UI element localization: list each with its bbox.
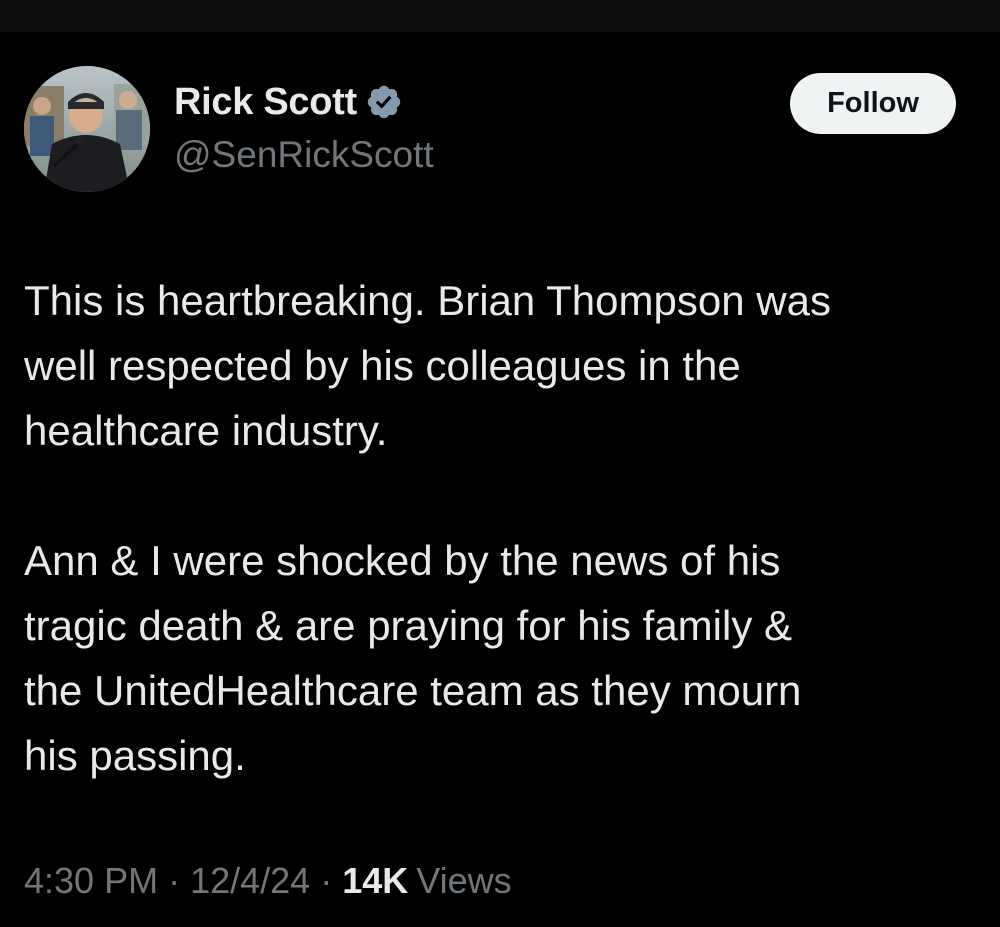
- tweet-line: healthcare industry.: [24, 407, 388, 454]
- meta-separator: ·: [320, 860, 333, 901]
- tweet-line: well respected by his colleagues in the: [24, 342, 741, 389]
- views-count: 14K: [342, 860, 409, 901]
- tweet-meta: 4:30 PM · 12/4/24 · 14K Views: [24, 860, 512, 902]
- tweet-line: Ann & I were shocked by the news of his: [24, 537, 781, 584]
- tweet-line: tragic death & are praying for his famil…: [24, 602, 793, 649]
- avatar[interactable]: [24, 66, 150, 192]
- meta-separator: ·: [168, 860, 181, 901]
- tweet-line: his passing.: [24, 732, 246, 779]
- tweet-time[interactable]: 4:30 PM: [24, 860, 158, 902]
- author-name-row: Rick Scott: [174, 78, 403, 126]
- author-display-name[interactable]: Rick Scott: [174, 81, 357, 124]
- author-handle[interactable]: @SenRickScott: [174, 134, 434, 176]
- views-label: Views: [416, 860, 512, 901]
- top-bar: [0, 0, 1000, 32]
- tweet-date[interactable]: 12/4/24: [190, 860, 310, 902]
- tweet-text: This is heartbreaking. Brian Thompson wa…: [24, 268, 974, 788]
- tweet-line: the UnitedHealthcare team as they mourn: [24, 667, 802, 714]
- follow-button[interactable]: Follow: [790, 73, 956, 134]
- tweet-line: This is heartbreaking. Brian Thompson wa…: [24, 277, 831, 324]
- verified-badge-icon[interactable]: [365, 83, 403, 121]
- avatar-photo: [24, 66, 150, 192]
